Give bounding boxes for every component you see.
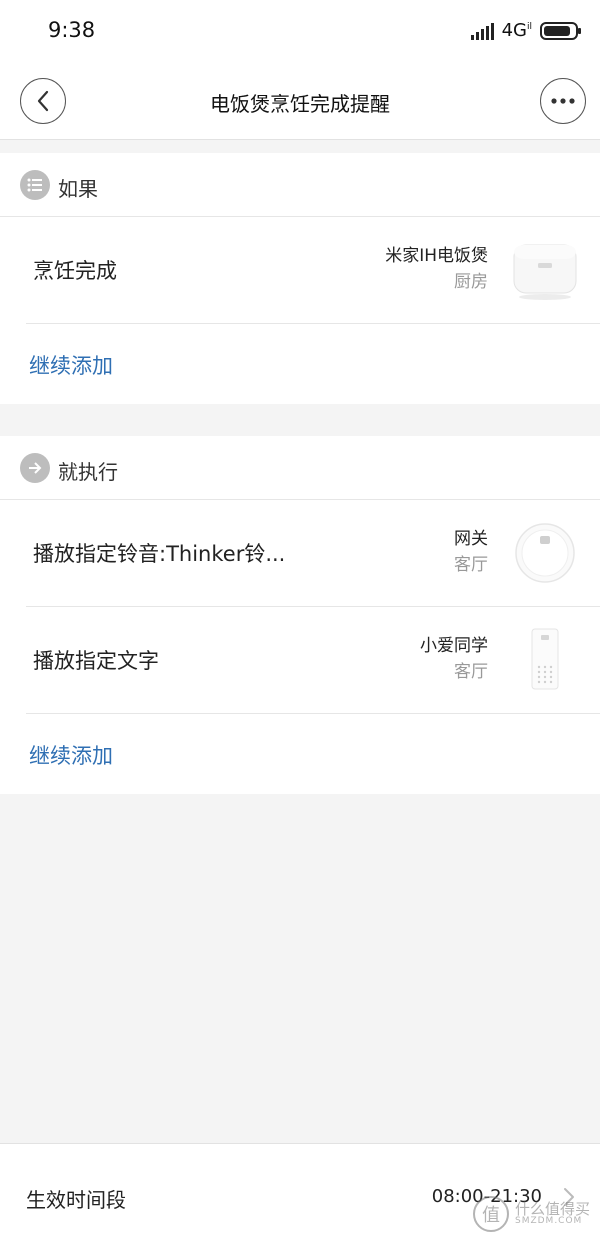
device-name: 米家IH电饭煲 (385, 246, 488, 266)
device-room: 客厅 (454, 555, 488, 575)
if-section-header: 如果 (0, 153, 600, 217)
more-button[interactable] (540, 78, 586, 124)
more-icon (551, 98, 575, 104)
status-bar: 9:38 4Gil (0, 0, 600, 64)
gateway-icon (515, 523, 575, 583)
if-section: 如果 烹饪完成 米家IH电饭煲 厨房 继续添加 (0, 153, 600, 404)
condition-title: 烹饪完成 (33, 259, 117, 283)
nav-bar: 电饭煲烹饪完成提醒 (0, 64, 600, 140)
device-name: 小爱同学 (420, 636, 488, 656)
add-action-link[interactable]: 继续添加 (29, 740, 113, 770)
action-title: 播放指定文字 (33, 649, 159, 673)
device-name: 网关 (454, 529, 488, 549)
watermark: 值 什么值得买 SMZDM.COM (472, 1196, 590, 1232)
signal-icon (470, 22, 494, 40)
device-room: 客厅 (454, 662, 488, 682)
arrow-right-icon (20, 453, 50, 483)
watermark-logo-icon: 值 (472, 1196, 509, 1232)
then-section-label: 就执行 (58, 460, 118, 484)
network-type: 4Gil (501, 20, 532, 41)
if-add-row: 继续添加 (0, 324, 600, 404)
condition-row[interactable]: 烹饪完成 米家IH电饭煲 厨房 (0, 217, 600, 324)
then-add-row: 继续添加 (0, 714, 600, 794)
if-section-label: 如果 (58, 177, 98, 201)
effective-time-label: 生效时间段 (26, 1188, 126, 1212)
list-icon (20, 170, 50, 200)
status-time: 9:38 (48, 18, 96, 42)
page-title: 电饭煲烹饪完成提醒 (210, 92, 390, 116)
battery-icon (540, 21, 581, 40)
add-condition-link[interactable]: 继续添加 (29, 350, 113, 380)
action-row[interactable]: 播放指定文字 小爱同学 客厅 (0, 607, 600, 714)
then-section-header: 就执行 (0, 436, 600, 500)
smart-speaker-icon (531, 628, 559, 690)
watermark-text: 什么值得买 SMZDM.COM (514, 1199, 590, 1227)
rice-cooker-icon (513, 244, 577, 300)
action-row[interactable]: 播放指定铃音:Thinker铃... 网关 客厅 (0, 500, 600, 607)
device-room: 厨房 (454, 272, 488, 292)
status-indicators: 4Gil (470, 20, 581, 41)
action-title: 播放指定铃音:Thinker铃... (33, 542, 286, 566)
then-section: 就执行 播放指定铃音:Thinker铃... 网关 客厅 播放指定文字 小爱同学… (0, 436, 600, 794)
